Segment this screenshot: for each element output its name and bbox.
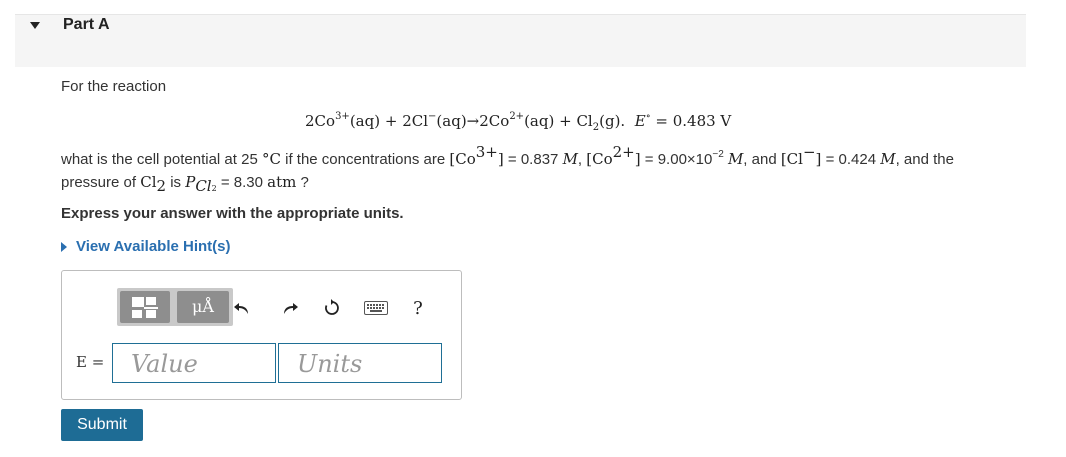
keyboard-icon[interactable] [363,297,389,319]
help-button[interactable]: ? [407,297,429,319]
template-toolbar: μÅ [117,288,233,326]
units-input[interactable]: Units [278,343,442,383]
expand-triangle-icon [61,242,67,253]
part-title: Part A [63,16,110,33]
answer-box: μÅ ? E = Value Units [61,270,462,400]
question-intro: For the reaction [61,78,167,95]
units-template-button[interactable]: μÅ [177,291,229,323]
part-header[interactable] [15,15,1026,67]
question-line-2: pressure of Cl2 is PCl2 = 8.30 atm ? [61,173,309,195]
undo-icon[interactable] [231,297,253,319]
reaction-equation: 2Co3+(aq) + 2Cl−(aq)→2Co2+(aq) + Cl2(g).… [305,111,732,133]
redo-icon[interactable] [279,297,301,319]
view-hints-link[interactable]: View Available Hint(s) [61,238,231,255]
collapse-caret-icon[interactable] [30,22,40,29]
answer-instruction: Express your answer with the appropriate… [61,205,404,222]
answer-label: E = [76,353,105,371]
submit-button[interactable]: Submit [61,409,143,441]
fraction-template-icon[interactable] [120,291,170,323]
reset-icon[interactable] [321,297,343,319]
value-input[interactable]: Value [112,343,276,383]
question-line-1: what is the cell potential at 25 °C if t… [61,143,954,169]
